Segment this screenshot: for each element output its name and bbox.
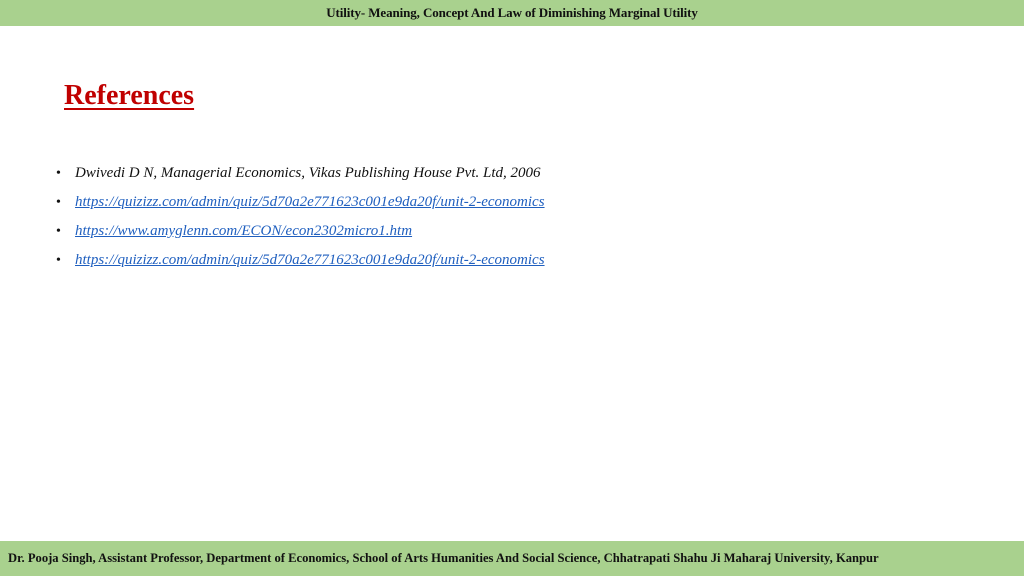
reference-link[interactable]: https://www.amyglenn.com/ECON/econ2302mi… (75, 223, 412, 240)
reference-item: • Dwivedi D N, Managerial Economics, Vik… (56, 159, 545, 188)
bullet-icon: • (56, 223, 61, 239)
reference-item: • https://www.amyglenn.com/ECON/econ2302… (56, 217, 545, 246)
reference-item: • https://quizizz.com/admin/quiz/5d70a2e… (56, 188, 545, 217)
reference-text: Dwivedi D N, Managerial Economics, Vikas… (75, 165, 541, 181)
reference-link[interactable]: https://quizizz.com/admin/quiz/5d70a2e77… (75, 194, 545, 211)
slide-heading: References (64, 80, 195, 111)
header-title: Utility- Meaning, Concept And Law of Dim… (326, 5, 698, 20)
reference-link[interactable]: https://quizizz.com/admin/quiz/5d70a2e77… (75, 252, 545, 269)
bullet-icon: • (56, 165, 61, 181)
bullet-icon: • (56, 252, 61, 268)
bullet-icon: • (56, 194, 61, 210)
reference-item: • https://quizizz.com/admin/quiz/5d70a2e… (56, 246, 545, 275)
footer-band: Dr. Pooja Singh, Assistant Professor, De… (0, 541, 1024, 576)
references-list: • Dwivedi D N, Managerial Economics, Vik… (56, 159, 545, 275)
header-band: Utility- Meaning, Concept And Law of Dim… (0, 0, 1024, 26)
footer-author-text: Dr. Pooja Singh, Assistant Professor, De… (8, 551, 879, 565)
